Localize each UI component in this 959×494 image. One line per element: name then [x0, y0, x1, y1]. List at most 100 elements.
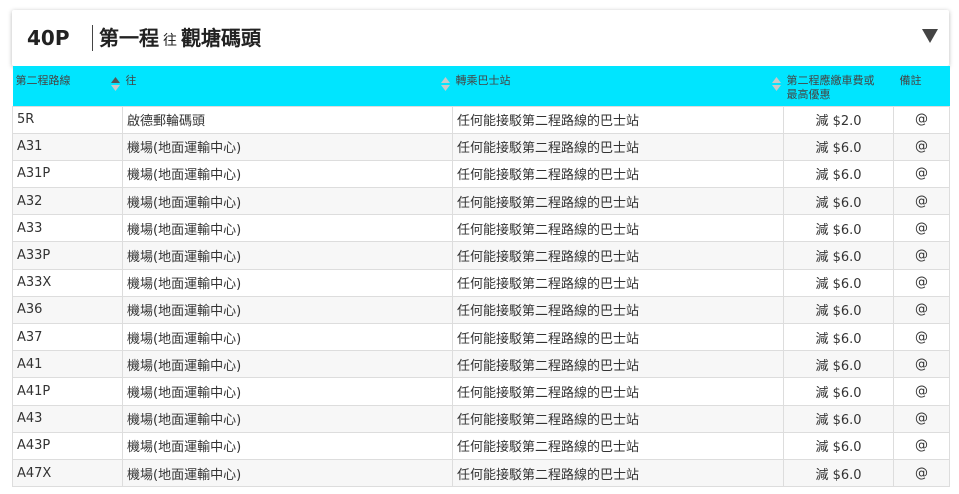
destination-cell: 機場(地面運輸中心) [122, 350, 453, 379]
remark-cell: @ [893, 458, 950, 488]
route-cell: A37 [12, 322, 123, 352]
discount-cell: 減 $6.0 [783, 132, 894, 161]
table-header-row: 第二程路線 往 轉乘巴士站 第二程應繳車費或 最高優惠 備註 [12, 66, 950, 106]
sort-icon[interactable] [771, 76, 781, 92]
route-cell: A31 [12, 132, 123, 161]
column-header-remark: 備註 [893, 66, 950, 106]
route-number: 40P [27, 26, 70, 50]
discount-cell: 減 $6.0 [783, 377, 894, 406]
remark-cell: @ [893, 132, 950, 161]
destination-cell: 機場(地面運輸中心) [122, 132, 453, 161]
interchange-stop-cell: 任何能接駁第二程路線的巴士站 [452, 159, 784, 189]
column-header-discount: 第二程應繳車費或 最高優惠 [783, 66, 894, 106]
destination-cell: 機場(地面運輸中心) [122, 295, 453, 325]
destination-cell: 機場(地面運輸中心) [122, 268, 453, 297]
sort-ascending-icon[interactable] [110, 76, 120, 92]
column-header-interchange[interactable]: 轉乘巴士站 [452, 66, 784, 106]
table-body: 5R 啟德郵輪碼頭 任何能接駁第二程路線的巴士站減 $2.0 @ A31 機場(地面運輸中… [12, 105, 950, 488]
header-divider [92, 25, 93, 51]
table-row: A33P 機場(地面運輸中心) 任何能接駁第二程路線的巴士站減 $6.0 @ [12, 241, 950, 270]
interchange-stop-cell: 任何能接駁第二程路線的巴士站 [452, 187, 784, 216]
destination-cell: 機場(地面運輸中心) [122, 322, 453, 352]
sort-icon-shape [110, 77, 120, 91]
destination-cell: 機場(地面運輸中心) [122, 159, 453, 189]
route-cell: A43P [12, 431, 123, 460]
discount-cell: 減 $6.0 [783, 295, 894, 325]
sort-icon[interactable] [440, 76, 450, 92]
table-row: A33X 機場(地面運輸中心) 任何能接駁第二程路線的巴士站減 $6.0 @ [12, 268, 950, 297]
table-row: A33 機場(地面運輸中心) 任何能接駁第二程路線的巴士站減 $6.0 @ [12, 214, 950, 243]
column-header-discount-line1: 第二程應繳車費或 [786, 74, 875, 87]
to-word: 往 [163, 33, 177, 49]
discount-cell: 減 $6.0 [783, 404, 894, 433]
interchange-stop-cell: 任何能接駁第二程路線的巴士站 [452, 404, 784, 433]
discount-cell: 減 $6.0 [783, 268, 894, 297]
discount-cell: 減 $6.0 [783, 458, 894, 488]
destination-cell: 機場(地面運輸中心) [122, 241, 453, 270]
route-cell: A33X [12, 268, 123, 297]
route-cell: A41 [12, 350, 123, 379]
column-header-discount-line2: 最高優惠 [786, 88, 831, 101]
table-row: A41 機場(地面運輸中心) 任何能接駁第二程路線的巴士站減 $6.0 @ [12, 350, 950, 379]
table-row: A41P 機場(地面運輸中心) 任何能接駁第二程路線的巴士站減 $6.0 @ [12, 377, 950, 406]
table-row: A32 機場(地面運輸中心) 任何能接駁第二程路線的巴士站減 $6.0 @ [12, 187, 950, 216]
destination-cell: 機場(地面運輸中心) [122, 214, 453, 243]
sort-icon-shape [771, 77, 781, 91]
interchange-stop-cell: 任何能接駁第二程路線的巴士站 [452, 295, 784, 325]
route-direction: 第一程往觀塘碼頭 [99, 25, 261, 54]
route-cell: A47X [12, 458, 123, 488]
destination-cell: 機場(地面運輸中心) [122, 431, 453, 460]
collapse-toggle[interactable] [921, 27, 939, 45]
discount-cell: 減 $6.0 [783, 214, 894, 243]
interchange-stop-cell: 任何能接駁第二程路線的巴士站 [452, 132, 784, 161]
table-row: A43P 機場(地面運輸中心) 任何能接駁第二程路線的巴士站減 $6.0 @ [12, 431, 950, 460]
table-row: 5R 啟德郵輪碼頭 任何能接駁第二程路線的巴士站減 $2.0 @ [12, 105, 950, 134]
destination-name: 觀塘碼頭 [181, 26, 261, 50]
table-row: A47X 機場(地面運輸中心) 任何能接駁第二程路線的巴士站減 $6.0 @ [12, 458, 950, 488]
discount-cell: 減 $6.0 [783, 159, 894, 189]
table-row: A31P 機場(地面運輸中心) 任何能接駁第二程路線的巴士站減 $6.0 @ [12, 159, 950, 189]
destination-cell: 啟德郵輪碼頭 [122, 105, 453, 134]
interchange-stop-cell: 任何能接駁第二程路線的巴士站 [452, 377, 784, 406]
route-cell: A33 [12, 214, 123, 243]
interchange-stop-cell: 任何能接駁第二程路線的巴士站 [452, 458, 784, 488]
remark-cell: @ [893, 377, 950, 406]
sort-icon-shape [440, 77, 450, 91]
column-header-remark-label: 備註 [899, 74, 922, 87]
route-cell: A41P [12, 377, 123, 406]
column-header-route-label: 第二程路線 [15, 74, 71, 87]
remark-cell: @ [893, 105, 950, 134]
remark-cell: @ [893, 159, 950, 189]
destination-cell: 機場(地面運輸中心) [122, 187, 453, 216]
triangle-down-icon [922, 29, 938, 43]
remark-cell: @ [893, 268, 950, 297]
remark-cell: @ [893, 404, 950, 433]
table-row: A36 機場(地面運輸中心) 任何能接駁第二程路線的巴士站減 $6.0 @ [12, 295, 950, 325]
discount-cell: 減 $6.0 [783, 350, 894, 379]
interchange-stop-cell: 任何能接駁第二程路線的巴士站 [452, 350, 784, 379]
discount-cell: 減 $6.0 [783, 322, 894, 352]
interchange-stop-cell: 任何能接駁第二程路線的巴士站 [452, 268, 784, 297]
remark-cell: @ [893, 350, 950, 379]
interchange-stop-cell: 任何能接駁第二程路線的巴士站 [452, 241, 784, 270]
column-header-to-label: 往 [125, 74, 137, 87]
remark-cell: @ [893, 322, 950, 352]
interchange-table: 第二程路線 往 轉乘巴士站 第二程應繳車費或 最高優惠 備註 5R 啟德郵輪碼頭… [12, 66, 950, 488]
column-header-route[interactable]: 第二程路線 [12, 66, 123, 106]
route-cell: A43 [12, 404, 123, 433]
interchange-stop-cell: 任何能接駁第二程路線的巴士站 [452, 214, 784, 243]
discount-cell: 減 $6.0 [783, 241, 894, 270]
remark-cell: @ [893, 431, 950, 460]
discount-cell: 減 $2.0 [783, 105, 894, 134]
interchange-stop-cell: 任何能接駁第二程路線的巴士站 [452, 322, 784, 352]
column-header-to[interactable]: 往 [122, 66, 453, 106]
column-header-interchange-label: 轉乘巴士站 [455, 74, 511, 87]
discount-cell: 減 $6.0 [783, 187, 894, 216]
route-cell: 5R [12, 105, 123, 134]
remark-cell: @ [893, 241, 950, 270]
destination-cell: 機場(地面運輸中心) [122, 404, 453, 433]
route-cell: A33P [12, 241, 123, 270]
remark-cell: @ [893, 295, 950, 325]
interchange-stop-cell: 任何能接駁第二程路線的巴士站 [452, 431, 784, 460]
table-row: A37 機場(地面運輸中心) 任何能接駁第二程路線的巴士站減 $6.0 @ [12, 322, 950, 352]
